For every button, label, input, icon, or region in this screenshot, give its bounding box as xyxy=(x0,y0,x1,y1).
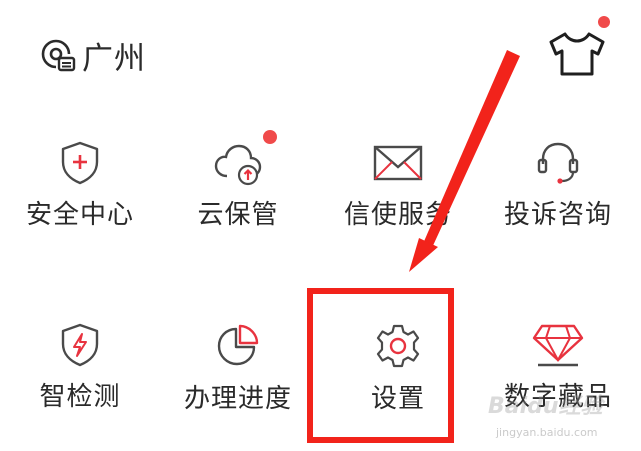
service-smart-check[interactable]: 智检测 xyxy=(5,322,155,442)
headset-icon xyxy=(537,142,579,184)
service-label: 信使服务 xyxy=(343,200,452,230)
location-label: 广州 xyxy=(82,41,146,77)
watermark-main: Baidu经验 xyxy=(488,394,603,419)
notification-dot xyxy=(263,130,277,144)
wardrobe-button[interactable] xyxy=(545,16,610,80)
watermark-sub: jingyan.baidu.com xyxy=(496,426,598,439)
service-label: 办理进度 xyxy=(183,384,292,414)
service-label: 云保管 xyxy=(197,200,279,230)
service-label: 智检测 xyxy=(39,382,121,412)
diamond-icon xyxy=(532,324,584,367)
service-cloud-storage[interactable]: 云保管 xyxy=(163,130,313,260)
service-messenger[interactable]: 信使服务 xyxy=(323,140,473,260)
service-progress[interactable]: 办理进度 xyxy=(163,322,313,442)
envelope-icon xyxy=(373,145,423,181)
location-card-icon xyxy=(41,39,76,71)
service-complaint[interactable]: 投诉咨询 xyxy=(483,140,633,260)
watermark: Baidu经验 jingyan.baidu.com xyxy=(488,388,618,448)
cloud-upload-icon xyxy=(214,144,262,186)
service-security-center[interactable]: 安全中心 xyxy=(5,140,155,260)
pie-progress-icon xyxy=(217,324,259,366)
service-label: 投诉咨询 xyxy=(503,200,612,230)
notification-dot xyxy=(598,16,610,28)
location-selector[interactable]: 广州 xyxy=(40,33,146,78)
shield-plus-icon xyxy=(61,141,99,185)
service-label: 安全中心 xyxy=(25,200,134,230)
tshirt-icon xyxy=(549,32,605,76)
shield-bolt-icon xyxy=(61,323,99,367)
annotation-highlight-box xyxy=(307,288,454,443)
